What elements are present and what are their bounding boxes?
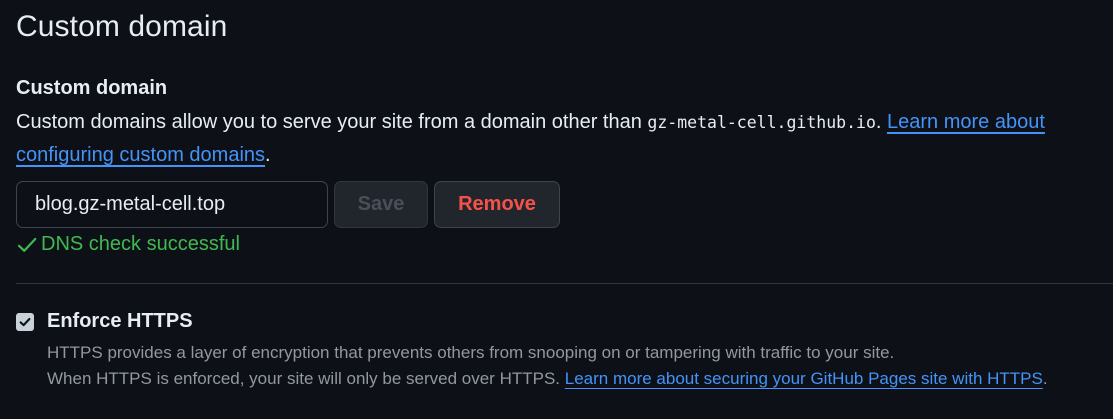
save-button[interactable]: Save bbox=[334, 181, 428, 228]
enforce-https-checkbox[interactable] bbox=[16, 313, 34, 331]
enforce-https-description: HTTPS provides a layer of encryption tha… bbox=[47, 340, 1107, 392]
description-text: When HTTPS is enforced, your site will o… bbox=[47, 369, 565, 388]
description-text: . bbox=[875, 111, 888, 133]
description-text: Custom domains allow you to serve your s… bbox=[16, 111, 648, 133]
custom-domain-settings: Custom domain Custom domain Custom domai… bbox=[0, 0, 1113, 419]
section-divider bbox=[16, 283, 1113, 284]
description-text: . bbox=[1042, 369, 1048, 388]
dns-status: DNS check successful bbox=[16, 233, 240, 256]
custom-domain-description: Custom domains allow you to serve your s… bbox=[16, 106, 1096, 172]
page-title: Custom domain bbox=[16, 10, 228, 43]
remove-button[interactable]: Remove bbox=[434, 181, 560, 228]
check-icon bbox=[17, 237, 37, 252]
learn-more-https-link[interactable]: Learn more about securing your GitHub Pa… bbox=[565, 369, 1043, 388]
checkmark-icon bbox=[19, 317, 31, 327]
custom-domain-label: Custom domain bbox=[16, 77, 168, 99]
dns-status-text: DNS check successful bbox=[41, 233, 240, 255]
enforce-https-label[interactable]: Enforce HTTPS bbox=[47, 310, 193, 333]
custom-domain-input[interactable] bbox=[16, 181, 328, 228]
https-desc-line1: HTTPS provides a layer of encryption tha… bbox=[47, 343, 895, 362]
default-domain: gz-metal-cell.github.io bbox=[647, 113, 876, 132]
https-desc-line2: When HTTPS is enforced, your site will o… bbox=[47, 366, 1107, 392]
description-text: . bbox=[265, 144, 271, 166]
